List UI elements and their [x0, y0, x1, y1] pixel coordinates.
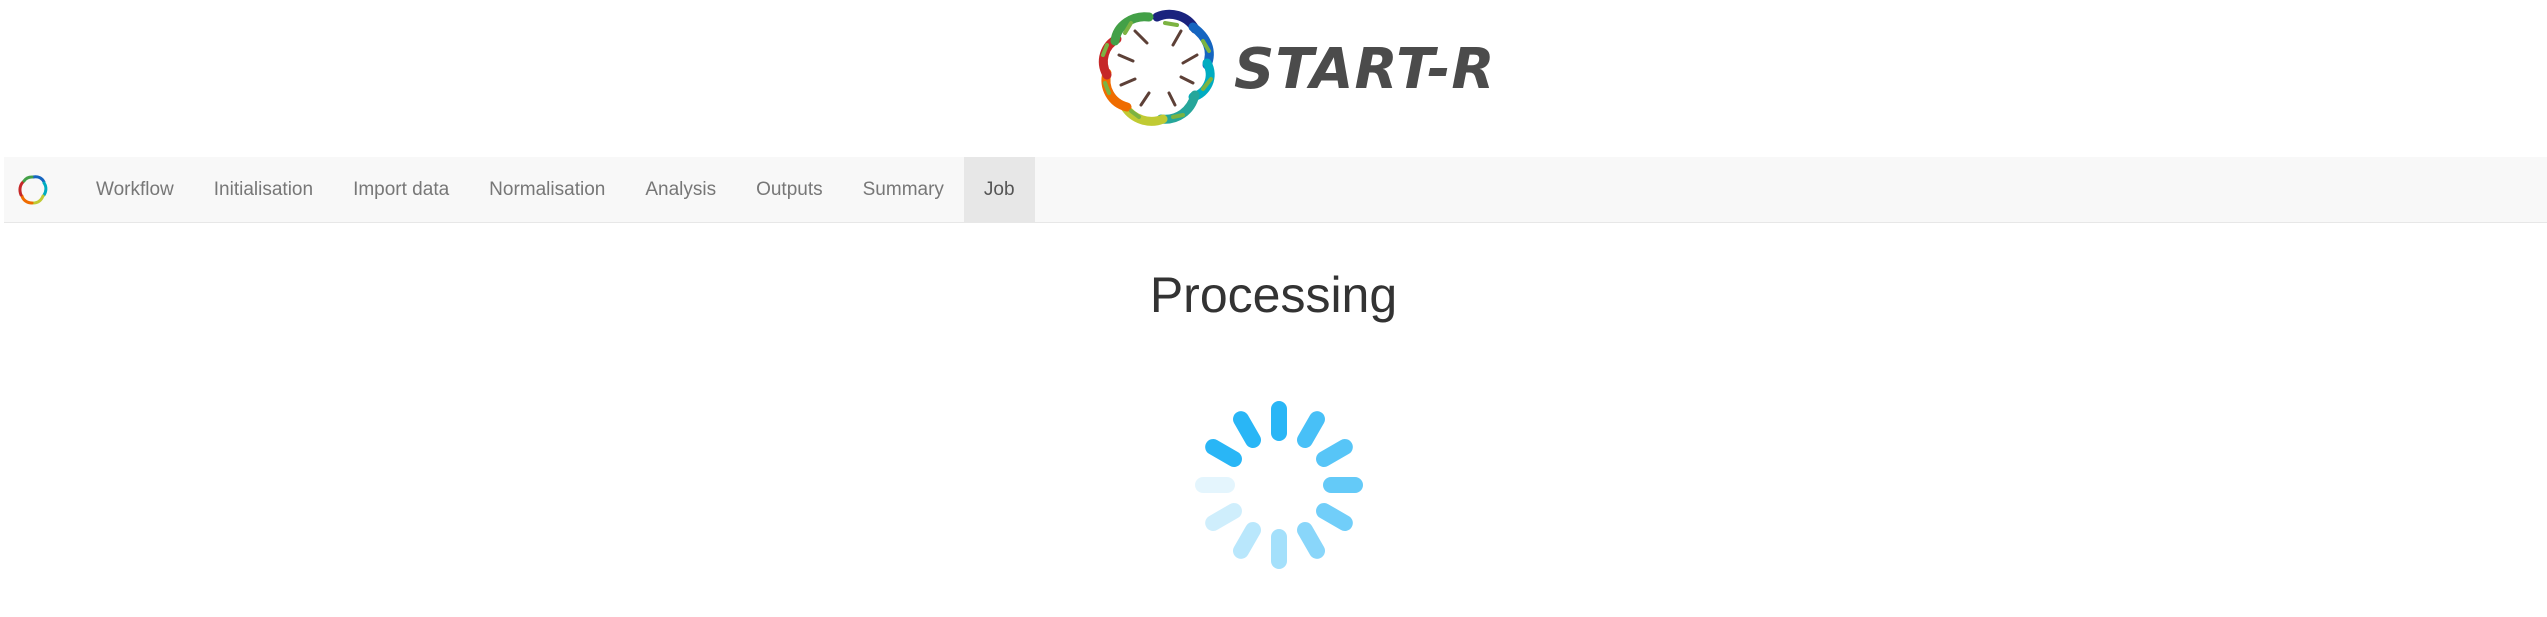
processing-title: Processing [1149, 267, 1398, 323]
nav-item-analysis[interactable]: Analysis [625, 157, 736, 222]
app-header: START-R [1095, 6, 1495, 130]
nav-item-label: Outputs [756, 178, 823, 200]
spinner-spoke [1205, 438, 1242, 467]
page: START-R Workflow Initialisation Import d… [0, 0, 2547, 617]
nav-item-label: Import data [353, 178, 450, 200]
spinner-spoke [1316, 503, 1353, 531]
spinner-spoke [1233, 522, 1261, 559]
protein-ring-logo-icon [1098, 9, 1215, 126]
nav-item-label: Normalisation [489, 178, 606, 200]
loading-spinner-icon [1195, 401, 1363, 569]
nav-item-label: Initialisation [213, 178, 314, 200]
nav-item-label: Workflow [96, 178, 174, 200]
navbar-brand-logo[interactable] [4, 157, 62, 223]
navbar-menu: Workflow Initialisation Import data Norm… [76, 157, 1035, 222]
spinner-spoke [1297, 411, 1325, 448]
protein-ring-logo-small-icon [18, 175, 48, 205]
loading-spinner [1174, 380, 1384, 590]
main-navbar: Workflow Initialisation Import data Norm… [4, 157, 2547, 223]
nav-item-label: Job [983, 178, 1015, 200]
nav-item-import-data[interactable]: Import data [333, 157, 469, 222]
nav-item-initialisation[interactable]: Initialisation [194, 157, 333, 222]
spinner-spoke [1205, 502, 1242, 531]
nav-item-normalisation[interactable]: Normalisation [469, 157, 625, 222]
app-title: START-R [1234, 37, 1496, 102]
nav-item-summary[interactable]: Summary [843, 157, 964, 222]
spinner-spoke [1233, 411, 1261, 448]
nav-item-label: Summary [862, 178, 944, 200]
spinner-spoke [1316, 439, 1353, 467]
nav-item-workflow[interactable]: Workflow [76, 157, 194, 222]
nav-item-outputs[interactable]: Outputs [736, 157, 843, 222]
nav-item-label: Analysis [645, 178, 717, 200]
nav-item-job[interactable]: Job [963, 157, 1035, 222]
spinner-spoke [1297, 522, 1325, 559]
